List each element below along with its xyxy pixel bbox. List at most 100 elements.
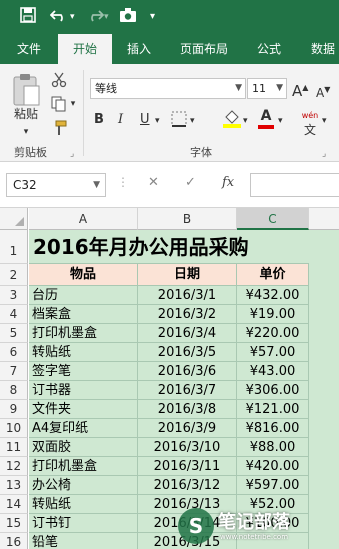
date-cell[interactable]: 2016/3/9 [138, 419, 237, 438]
redo-dropdown-icon[interactable]: ▾ [104, 7, 109, 27]
date-cell[interactable]: 2016/3/6 [138, 362, 237, 381]
row-header[interactable]: 2 [0, 264, 28, 286]
enter-icon[interactable]: ✓ [185, 175, 196, 190]
item-cell[interactable]: 订书器 [29, 381, 138, 400]
row-header[interactable]: 9 [0, 400, 28, 419]
name-box[interactable]: C32 ▼ [6, 173, 106, 197]
price-cell[interactable]: ¥57.00 [237, 343, 309, 362]
save-icon[interactable] [20, 7, 36, 28]
item-cell[interactable]: 台历 [29, 286, 138, 305]
font-name-dropdown[interactable]: 等线 ▼ [90, 78, 246, 99]
insert-function-button[interactable]: fx [222, 175, 234, 190]
borders-dropdown-icon[interactable]: ▾ [190, 113, 195, 129]
item-cell[interactable]: 双面胶 [29, 438, 138, 457]
underline-button[interactable]: U [140, 112, 150, 128]
cancel-icon[interactable]: ✕ [148, 175, 159, 190]
item-cell[interactable]: 签字笔 [29, 362, 138, 381]
sheet-title-cell[interactable]: 2016年月办公用品采购 [29, 230, 309, 264]
paste-button[interactable]: 粘贴 [6, 106, 46, 122]
tab-formulas[interactable]: 公式 [242, 34, 296, 64]
column-header-c[interactable]: C [237, 208, 309, 230]
row-header[interactable]: 10 [0, 419, 28, 438]
row-header[interactable]: 14 [0, 495, 28, 514]
row-header[interactable]: 5 [0, 324, 28, 343]
camera-icon[interactable] [119, 7, 137, 28]
row-header[interactable]: 13 [0, 476, 28, 495]
date-cell[interactable]: 2016/3/7 [138, 381, 237, 400]
item-cell[interactable]: 打印机墨盒 [29, 324, 138, 343]
item-cell[interactable]: 办公椅 [29, 476, 138, 495]
price-cell[interactable]: ¥88.00 [237, 438, 309, 457]
item-cell[interactable]: 铅笔 [29, 533, 138, 549]
item-cell[interactable]: 文件夹 [29, 400, 138, 419]
customize-toolbar-icon[interactable]: ▾ [150, 7, 155, 27]
worksheet-grid[interactable]: A B C 2016年月办公用品采购 1 2 3 4 5 6 7 8 9 10 11 12 13 14 15… [0, 208, 339, 549]
fill-color-icon[interactable] [222, 108, 242, 132]
font-launcher-icon[interactable]: ⌟ [322, 146, 326, 162]
font-color-button[interactable]: A [258, 108, 274, 129]
price-cell[interactable]: ¥420.00 [237, 457, 309, 476]
row-header[interactable]: 8 [0, 381, 28, 400]
item-cell[interactable]: A4复印纸 [29, 419, 138, 438]
tab-insert[interactable]: 插入 [112, 34, 166, 64]
price-cell[interactable]: ¥816.00 [237, 419, 309, 438]
price-cell[interactable]: ¥220.00 [237, 324, 309, 343]
row-header[interactable]: 6 [0, 343, 28, 362]
date-cell[interactable]: 2016/3/8 [138, 400, 237, 419]
row-header[interactable]: 15 [0, 514, 28, 533]
price-cell[interactable]: ¥121.00 [237, 400, 309, 419]
borders-icon[interactable] [170, 110, 188, 132]
tab-home[interactable]: 开始 [58, 34, 112, 64]
tab-file[interactable]: 文件 [0, 34, 58, 64]
date-cell[interactable]: 2016/3/11 [138, 457, 237, 476]
price-cell[interactable]: ¥43.00 [237, 362, 309, 381]
date-cell[interactable]: 2016/3/2 [138, 305, 237, 324]
item-cell[interactable]: 档案盒 [29, 305, 138, 324]
price-cell[interactable]: ¥306.00 [237, 381, 309, 400]
pinyin-icon[interactable]: wén 文 [300, 108, 320, 136]
select-all-button[interactable] [0, 208, 28, 230]
date-cell[interactable]: 2016/3/12 [138, 476, 237, 495]
date-cell[interactable]: 2016/3/5 [138, 343, 237, 362]
date-cell[interactable]: 2016/3/10 [138, 438, 237, 457]
increase-font-size-icon[interactable]: A▲ [292, 80, 308, 99]
date-cell[interactable]: 2016/3/1 [138, 286, 237, 305]
date-cell[interactable]: 2016/3/4 [138, 324, 237, 343]
tab-page-layout[interactable]: 页面布局 [166, 34, 242, 64]
row-header[interactable]: 16 [0, 533, 28, 549]
decrease-font-size-icon[interactable]: A▼ [316, 82, 330, 101]
price-cell[interactable]: ¥432.00 [237, 286, 309, 305]
redo-icon[interactable] [86, 7, 105, 28]
item-cell[interactable]: 打印机墨盒 [29, 457, 138, 476]
paste-dropdown-icon[interactable]: ▾ [12, 124, 40, 140]
column-header-b[interactable]: B [138, 208, 237, 230]
item-cell[interactable]: 订书钉 [29, 514, 138, 533]
italic-button[interactable]: I [118, 112, 123, 128]
column-header-d[interactable] [309, 208, 339, 230]
column-header-a[interactable]: A [29, 208, 138, 230]
fill-color-dropdown-icon[interactable]: ▾ [243, 113, 248, 129]
row-header[interactable]: 3 [0, 286, 28, 305]
row-header[interactable]: 4 [0, 305, 28, 324]
item-cell[interactable]: 转贴纸 [29, 343, 138, 362]
clipboard-launcher-icon[interactable]: ⌟ [70, 146, 74, 162]
format-painter-icon[interactable] [50, 120, 68, 140]
undo-icon[interactable] [49, 7, 68, 28]
row-header[interactable]: 7 [0, 362, 28, 381]
price-cell[interactable]: ¥597.00 [237, 476, 309, 495]
header-cell[interactable]: 单价 [237, 264, 309, 286]
undo-dropdown-icon[interactable]: ▾ [70, 7, 75, 27]
row-header[interactable]: 1 [0, 230, 28, 264]
formula-input[interactable] [250, 173, 339, 197]
font-color-dropdown-icon[interactable]: ▾ [278, 113, 283, 129]
copy-icon[interactable] [50, 96, 68, 116]
price-cell[interactable]: ¥19.00 [237, 305, 309, 324]
header-cell[interactable]: 日期 [138, 264, 237, 286]
header-cell[interactable]: 物品 [29, 264, 138, 286]
underline-dropdown-icon[interactable]: ▾ [155, 113, 160, 129]
pinyin-dropdown-icon[interactable]: ▾ [322, 113, 327, 129]
font-size-dropdown[interactable]: 11 ▼ [247, 78, 287, 99]
row-header[interactable]: 11 [0, 438, 28, 457]
bold-button[interactable]: B [94, 112, 104, 128]
row-header[interactable]: 12 [0, 457, 28, 476]
